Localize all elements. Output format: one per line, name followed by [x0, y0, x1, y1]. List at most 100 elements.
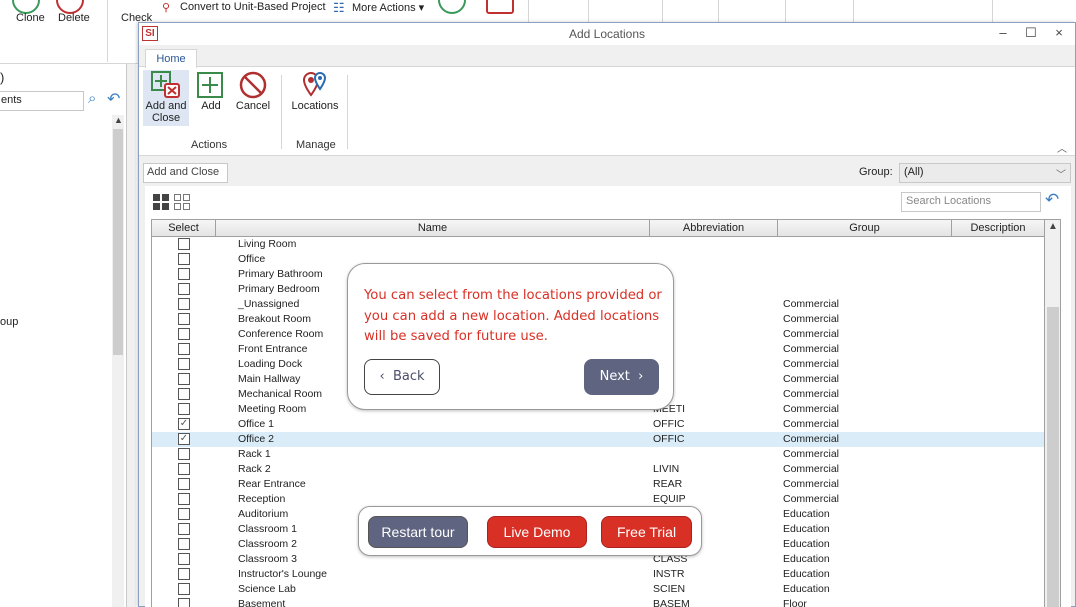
- panel-splitter[interactable]: [126, 64, 136, 607]
- table-row[interactable]: ✓ Office 2 OFFIC Commercial: [152, 432, 1044, 447]
- location-name: Conference Room: [238, 328, 324, 340]
- select-checkbox[interactable]: [178, 523, 190, 535]
- tour-next-button[interactable]: Next ›: [584, 359, 659, 395]
- location-abbreviation: BASEM: [653, 598, 690, 607]
- location-name: Classroom 1: [238, 523, 297, 535]
- location-name: Basement: [238, 598, 286, 607]
- close-button[interactable]: ×: [1049, 25, 1069, 40]
- table-row[interactable]: Rear Entrance REAR Commercial: [152, 477, 1044, 492]
- table-row[interactable]: Science Lab SCIEN Education: [152, 582, 1044, 597]
- left-scrollbar[interactable]: ▲: [112, 115, 124, 607]
- tab-home[interactable]: Home: [145, 49, 197, 68]
- location-group: Education: [783, 553, 830, 565]
- select-checkbox[interactable]: [178, 553, 190, 565]
- chevron-right-icon: ›: [638, 369, 644, 384]
- select-checkbox[interactable]: [178, 388, 190, 400]
- select-checkbox[interactable]: [178, 463, 190, 475]
- location-group: Commercial: [783, 433, 840, 445]
- chevron-left-icon: ‹: [379, 369, 385, 384]
- reset-search-icon[interactable]: ↶: [1045, 190, 1059, 210]
- add-and-close-button[interactable]: Add and Close: [143, 70, 189, 126]
- select-checkbox[interactable]: [178, 313, 190, 325]
- live-demo-button[interactable]: Live Demo: [487, 516, 587, 548]
- select-checkbox[interactable]: [178, 598, 190, 607]
- location-group: Education: [783, 508, 830, 520]
- select-checkbox[interactable]: [178, 478, 190, 490]
- grid-view-icons[interactable]: [153, 194, 193, 210]
- more-actions-button[interactable]: More Actions ▾: [352, 1, 424, 14]
- tour-action-bar: Restart tour Live Demo Free Trial: [358, 506, 702, 556]
- ribbon-separator: [281, 75, 282, 149]
- table-row[interactable]: Basement BASEM Floor: [152, 597, 1044, 607]
- undo-icon[interactable]: ↶: [107, 89, 120, 109]
- location-group: Education: [783, 583, 830, 595]
- select-checkbox[interactable]: [178, 238, 190, 250]
- column-header-description[interactable]: Description: [952, 220, 1044, 236]
- select-checkbox[interactable]: [178, 493, 190, 505]
- table-row[interactable]: Rack 2 LIVIN Commercial: [152, 462, 1044, 477]
- column-header-group[interactable]: Group: [778, 220, 952, 236]
- select-checkbox[interactable]: [178, 583, 190, 595]
- select-checkbox[interactable]: [178, 328, 190, 340]
- select-checkbox[interactable]: [178, 283, 190, 295]
- locations-button[interactable]: Locations: [287, 70, 343, 112]
- free-trial-button[interactable]: Free Trial: [601, 516, 692, 548]
- scroll-thumb[interactable]: [113, 129, 123, 355]
- select-checkbox[interactable]: [178, 508, 190, 520]
- column-header-name[interactable]: Name: [216, 220, 650, 236]
- table-row[interactable]: Living Room: [152, 237, 1044, 252]
- clone-button[interactable]: Clone: [16, 12, 45, 24]
- convert-unit-based-button[interactable]: Convert to Unit-Based Project: [180, 1, 326, 13]
- maximize-button[interactable]: ☐: [1021, 25, 1041, 41]
- select-checkbox[interactable]: [178, 268, 190, 280]
- location-group: Commercial: [783, 493, 840, 505]
- restart-tour-button[interactable]: Restart tour: [368, 516, 468, 548]
- more-actions-icon: ☷: [333, 0, 345, 15]
- delete-button[interactable]: Delete: [58, 12, 90, 24]
- tour-back-button[interactable]: ‹ Back: [364, 359, 440, 395]
- grid-header: Select Name Abbreviation Group Descripti…: [152, 220, 1044, 237]
- location-abbreviation: INSTR: [653, 568, 685, 580]
- table-row[interactable]: Reception EQUIP Commercial: [152, 492, 1044, 507]
- collapse-ribbon-icon[interactable]: ︿: [1057, 140, 1067, 155]
- search-icon[interactable]: ⌕: [88, 90, 96, 107]
- select-checkbox[interactable]: [178, 538, 190, 550]
- select-checkbox[interactable]: [178, 448, 190, 460]
- search-locations-input[interactable]: Search Locations: [901, 192, 1041, 212]
- next-label: Next: [599, 369, 630, 384]
- select-checkbox[interactable]: ✓: [178, 433, 190, 445]
- location-group: Education: [783, 538, 830, 550]
- location-name: Office 1: [238, 418, 274, 430]
- minimize-button[interactable]: –: [993, 25, 1013, 40]
- table-row[interactable]: Rack 1 Commercial: [152, 447, 1044, 462]
- table-row[interactable]: ✓ Office 1 OFFIC Commercial: [152, 417, 1044, 432]
- back-label: Back: [392, 369, 425, 384]
- scroll-thumb[interactable]: [1047, 307, 1059, 607]
- select-checkbox[interactable]: ✓: [178, 418, 190, 430]
- group-filter-select[interactable]: (All) ﹀: [899, 163, 1071, 183]
- select-checkbox[interactable]: [178, 343, 190, 355]
- location-name: Reception: [238, 493, 286, 505]
- location-abbreviation: REAR: [653, 478, 683, 490]
- select-checkbox[interactable]: [178, 373, 190, 385]
- location-name: Front Entrance: [238, 343, 308, 355]
- select-checkbox[interactable]: [178, 298, 190, 310]
- table-row[interactable]: Instructor's Lounge INSTR Education: [152, 567, 1044, 582]
- left-panel-title: ): [0, 70, 5, 85]
- quick-action-field[interactable]: Add and Close: [143, 163, 228, 183]
- column-header-select[interactable]: Select: [152, 220, 216, 236]
- select-checkbox[interactable]: [178, 403, 190, 415]
- location-name: Mechanical Room: [238, 388, 323, 400]
- select-checkbox[interactable]: [178, 253, 190, 265]
- chevron-up-icon[interactable]: ▲: [1048, 221, 1058, 232]
- left-search-input[interactable]: ents: [0, 91, 84, 111]
- column-header-abbreviation[interactable]: Abbreviation: [650, 220, 778, 236]
- chevron-up-icon[interactable]: ▲: [114, 115, 123, 125]
- grid-scrollbar[interactable]: ▲: [1045, 219, 1061, 607]
- select-checkbox[interactable]: [178, 358, 190, 370]
- cancel-button[interactable]: Cancel: [233, 70, 273, 112]
- lock-icon: [486, 0, 514, 14]
- select-checkbox[interactable]: [178, 568, 190, 580]
- add-and-close-icon: [151, 71, 180, 98]
- add-button[interactable]: Add: [195, 70, 227, 112]
